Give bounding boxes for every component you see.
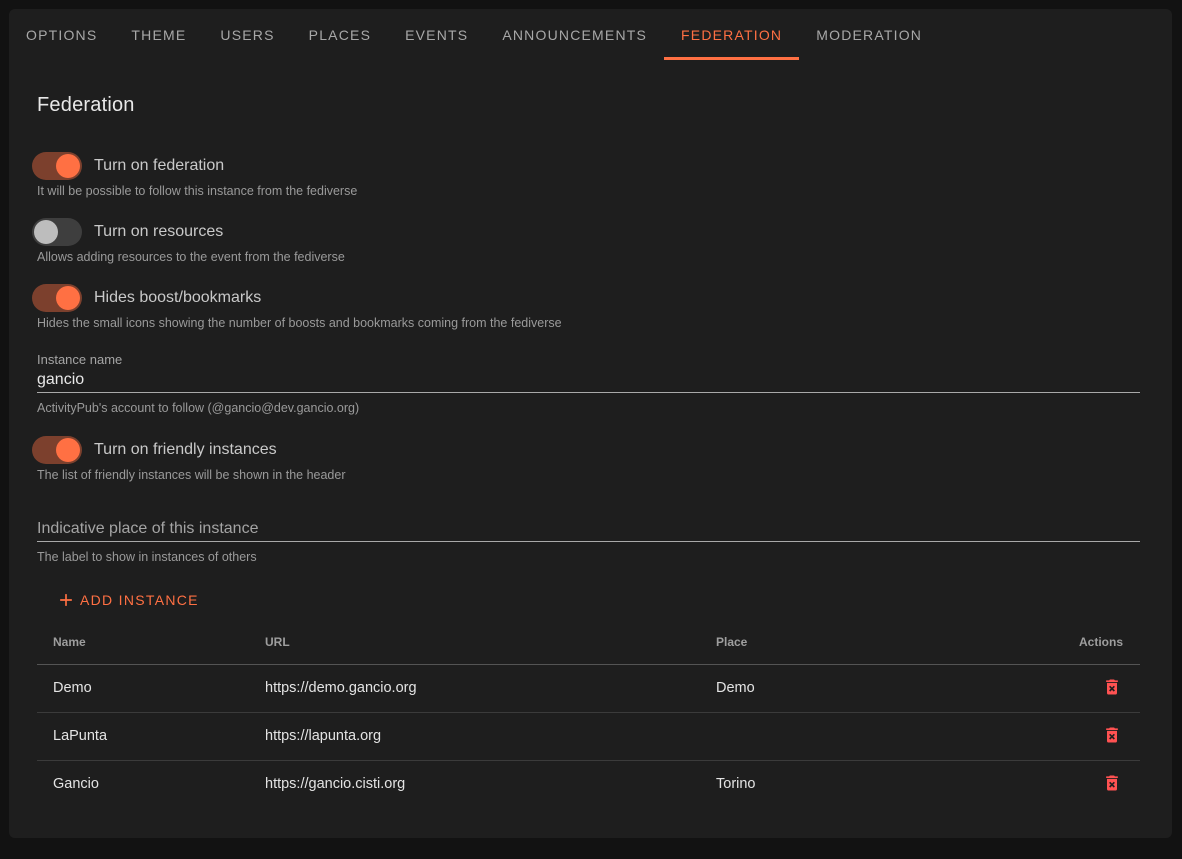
table-row: Demo https://demo.gancio.org Demo [37, 664, 1140, 712]
column-header-place: Place [700, 620, 1063, 664]
tab-places[interactable]: PLACES [292, 9, 388, 60]
resources-toggle-field: Turn on resources Allows adding resource… [37, 218, 1140, 265]
tab-moderation[interactable]: MODERATION [799, 9, 939, 60]
tab-theme[interactable]: THEME [114, 9, 203, 60]
federation-toggle-hint: It will be possible to follow this insta… [37, 184, 1140, 199]
instance-name-field: Instance name ActivityPub's account to f… [37, 352, 1140, 416]
resources-toggle-hint: Allows adding resources to the event fro… [37, 250, 1140, 265]
friendly-instances-toggle-field: Turn on friendly instances The list of f… [37, 436, 1140, 483]
page-title: Federation [37, 90, 1140, 120]
column-header-name: Name [37, 620, 249, 664]
add-instance-button[interactable]: ADD INSTANCE [40, 582, 215, 618]
tab-users[interactable]: USERS [203, 9, 291, 60]
instance-name-hint: ActivityPub's account to follow (@gancio… [37, 401, 1140, 416]
trash-icon [1102, 773, 1122, 793]
hide-boost-toggle-label: Hides boost/bookmarks [94, 289, 261, 307]
federation-settings-content: Federation Turn on federation It will be… [9, 90, 1172, 838]
delete-instance-button[interactable] [1100, 771, 1124, 795]
toggle-thumb [56, 286, 80, 310]
friendly-instances-toggle[interactable] [32, 436, 82, 464]
friendly-instances-toggle-hint: The list of friendly instances will be s… [37, 468, 1140, 483]
toggle-thumb [56, 154, 80, 178]
delete-instance-button[interactable] [1100, 675, 1124, 699]
instance-place-cell: Demo [700, 664, 1063, 712]
instance-place-input[interactable] [37, 516, 1140, 542]
hide-boost-toggle[interactable] [32, 284, 82, 312]
table-row: LaPunta https://lapunta.org [37, 712, 1140, 760]
trash-icon [1102, 677, 1122, 697]
trash-icon [1102, 725, 1122, 745]
table-row: Gancio https://gancio.cisti.org Torino [37, 760, 1140, 808]
instance-url-cell: https://gancio.cisti.org [249, 760, 700, 808]
column-header-url: URL [249, 620, 700, 664]
admin-tab-bar: OPTIONS THEME USERS PLACES EVENTS ANNOUN… [9, 9, 1172, 60]
instance-name-cell: Gancio [37, 760, 249, 808]
tab-options[interactable]: OPTIONS [9, 9, 114, 60]
instance-place-cell [700, 712, 1063, 760]
instance-place-cell: Torino [700, 760, 1063, 808]
tab-federation[interactable]: FEDERATION [664, 9, 799, 60]
toggle-thumb [34, 220, 58, 244]
tab-announcements[interactable]: ANNOUNCEMENTS [485, 9, 664, 60]
hide-boost-toggle-field: Hides boost/bookmarks Hides the small ic… [37, 284, 1140, 331]
plus-icon [56, 590, 76, 610]
admin-panel-card: OPTIONS THEME USERS PLACES EVENTS ANNOUN… [9, 9, 1172, 838]
toggle-thumb [56, 438, 80, 462]
instance-url-cell: https://lapunta.org [249, 712, 700, 760]
instance-place-field: The label to show in instances of others [37, 516, 1140, 565]
friendly-instances-toggle-label: Turn on friendly instances [94, 441, 277, 459]
table-header-row: Name URL Place Actions [37, 620, 1140, 664]
column-header-actions: Actions [1063, 620, 1140, 664]
delete-instance-button[interactable] [1100, 723, 1124, 747]
instance-name-cell: Demo [37, 664, 249, 712]
friendly-instances-table: Name URL Place Actions Demo https://demo… [37, 620, 1140, 808]
tab-events[interactable]: EVENTS [388, 9, 485, 60]
instance-url-cell: https://demo.gancio.org [249, 664, 700, 712]
resources-toggle-label: Turn on resources [94, 223, 223, 241]
resources-toggle[interactable] [32, 218, 82, 246]
hide-boost-toggle-hint: Hides the small icons showing the number… [37, 316, 1140, 331]
instance-name-input[interactable] [37, 367, 1140, 393]
add-instance-label: ADD INSTANCE [80, 592, 199, 608]
instance-name-label: Instance name [37, 352, 1140, 367]
instance-name-cell: LaPunta [37, 712, 249, 760]
federation-toggle[interactable] [32, 152, 82, 180]
instance-place-hint: The label to show in instances of others [37, 550, 1140, 565]
federation-toggle-field: Turn on federation It will be possible t… [37, 152, 1140, 199]
federation-toggle-label: Turn on federation [94, 157, 224, 175]
